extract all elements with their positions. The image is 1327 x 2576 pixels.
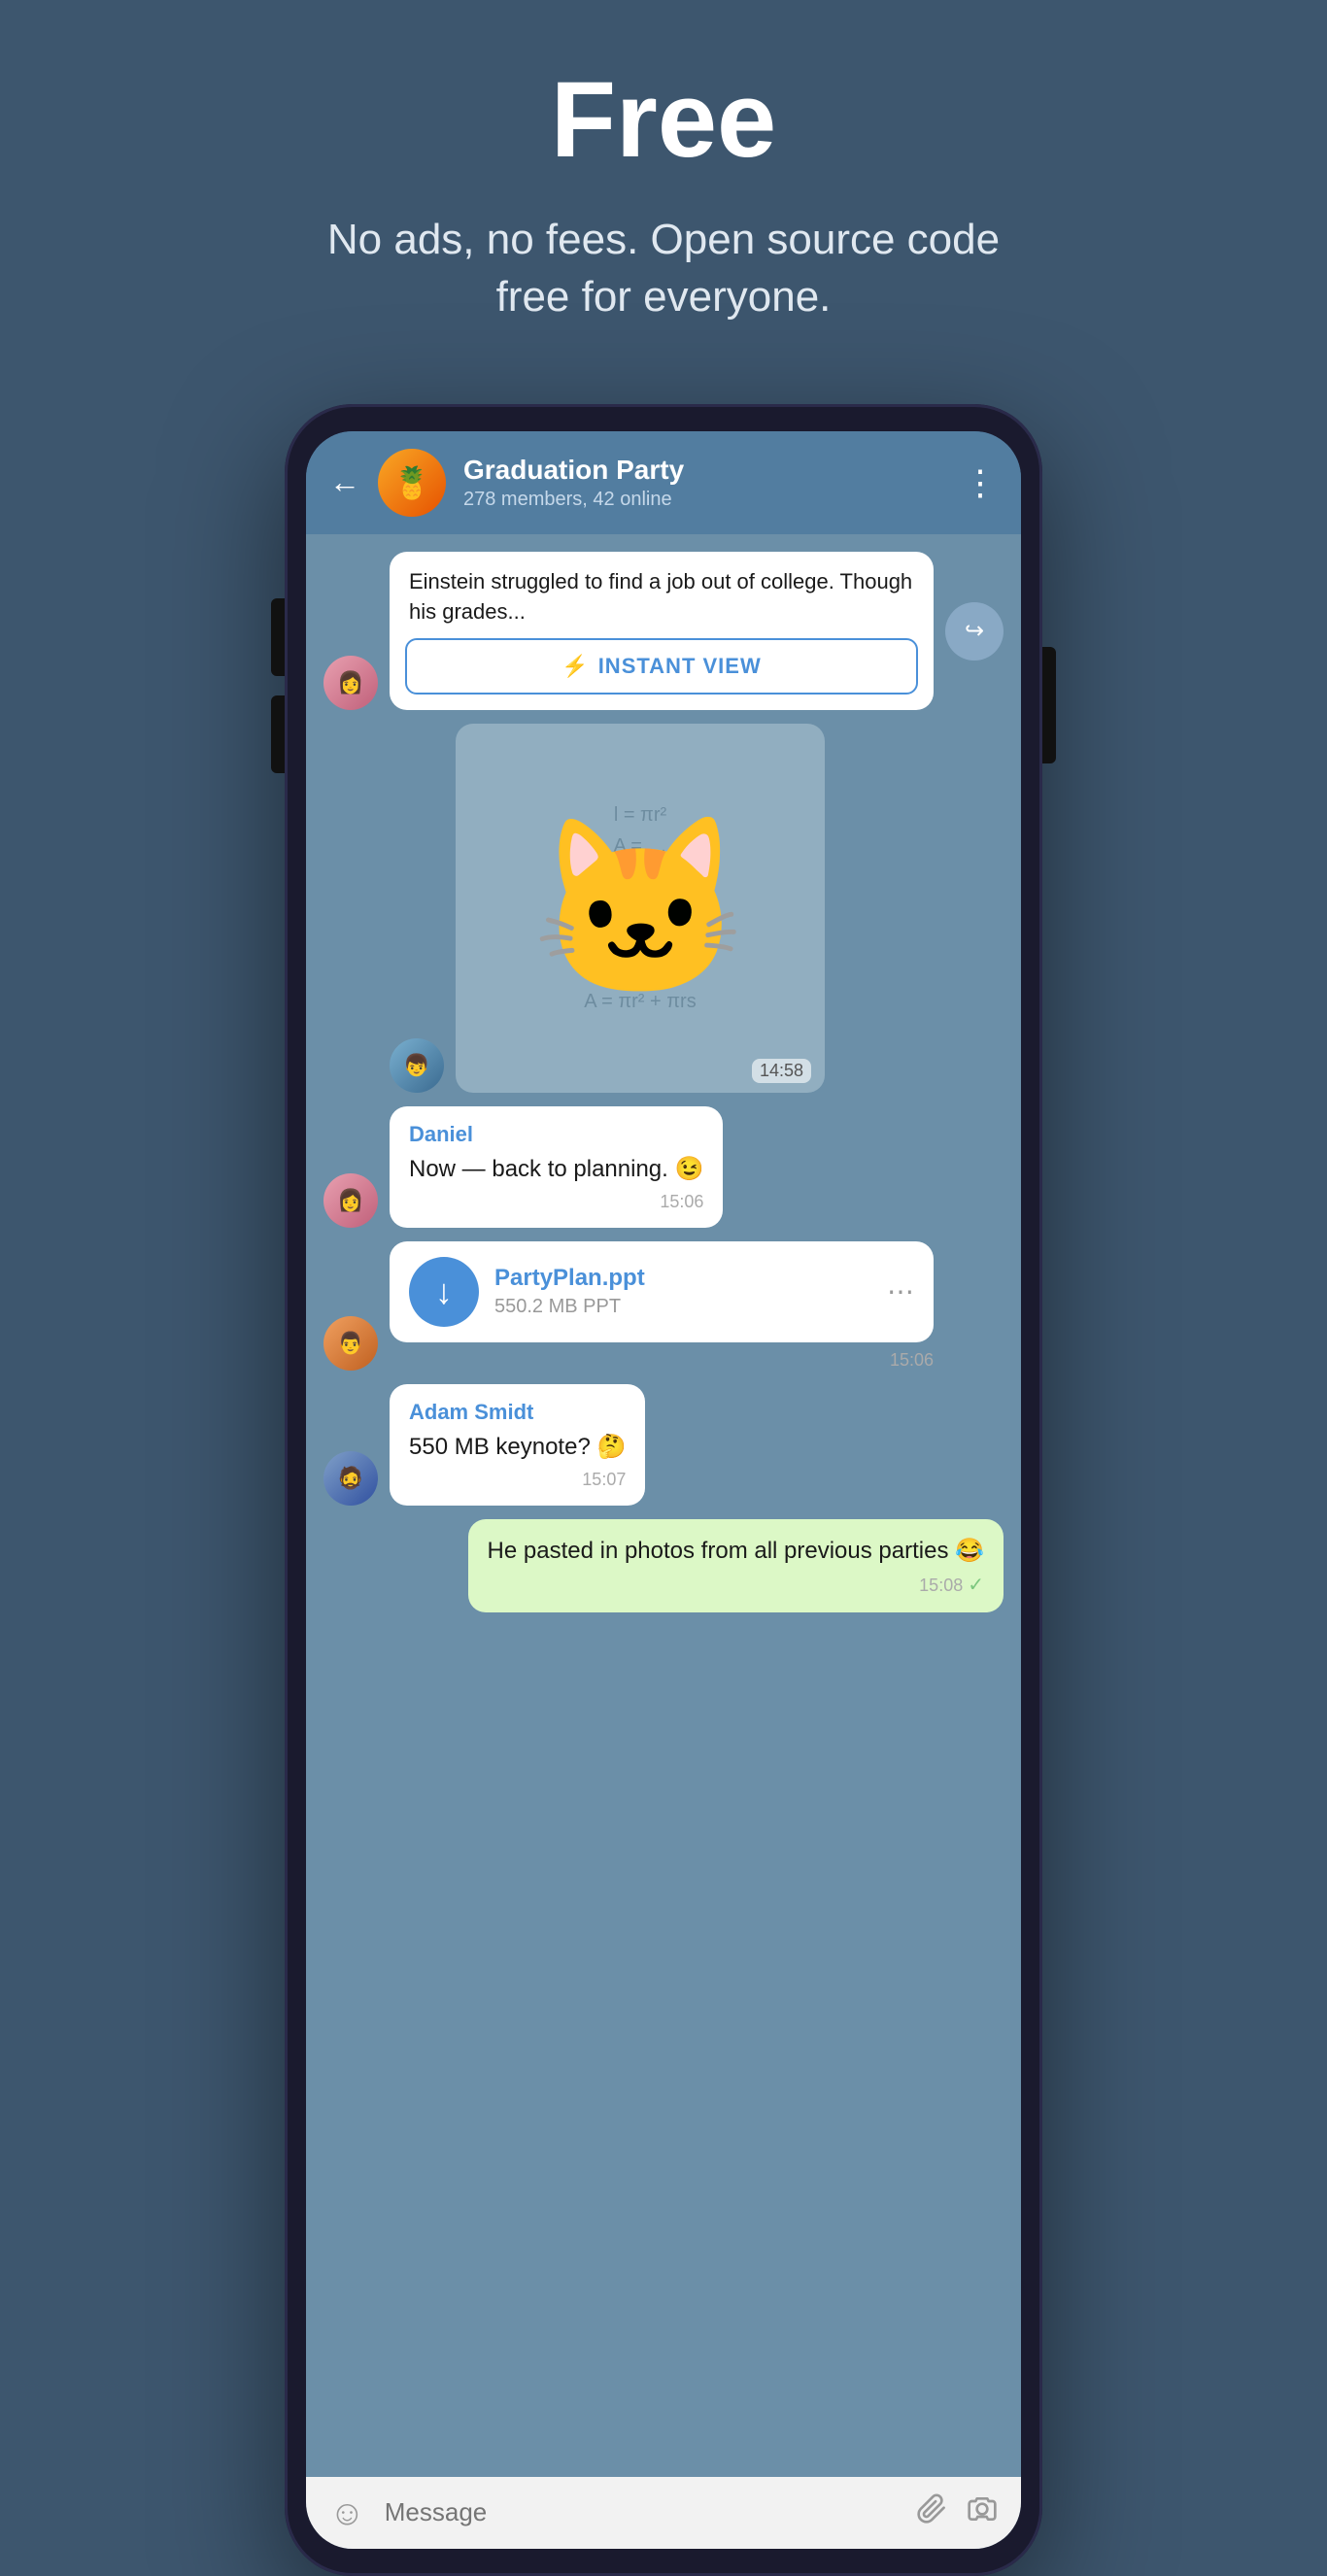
group-avatar: 🍍 [378, 449, 446, 517]
volume-up-button [271, 598, 285, 676]
camera-button[interactable] [967, 2492, 998, 2533]
hero-subtitle: No ads, no fees. Open source code free f… [285, 211, 1042, 326]
volume-down-button [271, 695, 285, 773]
sender-name: Adam Smidt [409, 1400, 626, 1425]
input-bar: ☺ [306, 2477, 1021, 2549]
download-button[interactable]: ↓ [409, 1257, 479, 1327]
avatar-emoji: 👨 [337, 1331, 363, 1356]
back-button[interactable]: ← [329, 464, 360, 500]
avatar: 👦 [390, 1038, 444, 1093]
sticker-area: l = πr² A = … V = l³ P = 2πr A = πr² s =… [456, 724, 825, 1093]
message-time: 15:06 [409, 1192, 703, 1212]
chat-header-info: Graduation Party 278 members, 42 online [463, 455, 945, 511]
message-input[interactable] [385, 2497, 897, 2527]
file-name: PartyPlan.ppt [494, 1265, 871, 1292]
avatar: 🧔 [323, 1451, 378, 1506]
emoji-button[interactable]: ☺ [329, 2492, 365, 2533]
message-text: He pasted in photos from all previous pa… [488, 1535, 984, 1568]
message-text: 550 MB keynote? 🤔 [409, 1431, 626, 1464]
table-row: 👩 Einstein struggled to find a job out o… [323, 552, 1004, 711]
lightning-icon: ⚡ [561, 654, 588, 679]
file-time: 15:06 [390, 1350, 934, 1371]
avatar: 👩 [323, 1173, 378, 1228]
message-time: 15:07 [409, 1470, 626, 1490]
message-bubble: Adam Smidt 550 MB keynote? 🤔 15:07 [390, 1384, 645, 1506]
file-bubble: ↓ PartyPlan.ppt 550.2 MB PPT ⋯ [390, 1241, 934, 1342]
avatar: 👨 [323, 1316, 378, 1371]
chat-header: ← 🍍 Graduation Party 278 members, 42 onl… [306, 431, 1021, 534]
instant-view-button[interactable]: ⚡ INSTANT VIEW [405, 638, 918, 695]
avatar-emoji: 👩 [337, 670, 363, 695]
article-bubble: Einstein struggled to find a job out of … [390, 552, 934, 711]
phone-mockup: ← 🍍 Graduation Party 278 members, 42 onl… [285, 404, 1042, 2576]
file-size: 550.2 MB PPT [494, 1296, 871, 1318]
attach-button[interactable] [916, 2492, 947, 2533]
message-time: 15:08 ✓ [488, 1573, 984, 1597]
sticker-message-row: 👦 l = πr² A = … V = l³ P = 2πr A = πr² s… [390, 724, 1004, 1093]
hero-title: Free [551, 58, 776, 182]
more-options-button[interactable]: ⋮ [963, 462, 998, 503]
avatar-emoji: 🧔 [337, 1466, 363, 1491]
table-row: 👩 Daniel Now — back to planning. 😉 15:06 [323, 1106, 1004, 1228]
sticker-time: 14:58 [752, 1059, 811, 1083]
power-button [1042, 647, 1056, 763]
phone-screen: ← 🍍 Graduation Party 278 members, 42 onl… [306, 431, 1021, 2549]
sender-name: Daniel [409, 1122, 703, 1147]
article-text: Einstein struggled to find a job out of … [390, 552, 934, 639]
message-bubble: Daniel Now — back to planning. 😉 15:06 [390, 1106, 723, 1228]
share-button[interactable]: ↪ [945, 602, 1004, 661]
file-menu-button[interactable]: ⋯ [887, 1275, 914, 1307]
group-sub: 278 members, 42 online [463, 489, 945, 511]
table-row: 👨 ↓ PartyPlan.ppt 550.2 MB PPT ⋯ 15:06 [323, 1241, 1004, 1371]
avatar-emoji: 👩 [337, 1188, 363, 1213]
chat-body: 👩 Einstein struggled to find a job out o… [306, 534, 1021, 2477]
group-avatar-icon: 🍍 [392, 464, 431, 501]
file-info: PartyPlan.ppt 550.2 MB PPT [494, 1265, 871, 1318]
own-message-bubble: He pasted in photos from all previous pa… [468, 1519, 1004, 1613]
download-icon: ↓ [435, 1271, 453, 1312]
instant-view-label: INSTANT VIEW [598, 654, 762, 679]
avatar: 👩 [323, 656, 378, 710]
share-icon: ↪ [965, 617, 984, 645]
table-row: 🧔 Adam Smidt 550 MB keynote? 🤔 15:07 [323, 1384, 1004, 1506]
table-row: He pasted in photos from all previous pa… [323, 1519, 1004, 1613]
cat-sticker: 🐱 [531, 806, 749, 1011]
group-name: Graduation Party [463, 455, 945, 486]
message-text: Now — back to planning. 😉 [409, 1153, 703, 1186]
check-icon: ✓ [968, 1575, 984, 1596]
avatar-emoji: 👦 [403, 1053, 429, 1078]
